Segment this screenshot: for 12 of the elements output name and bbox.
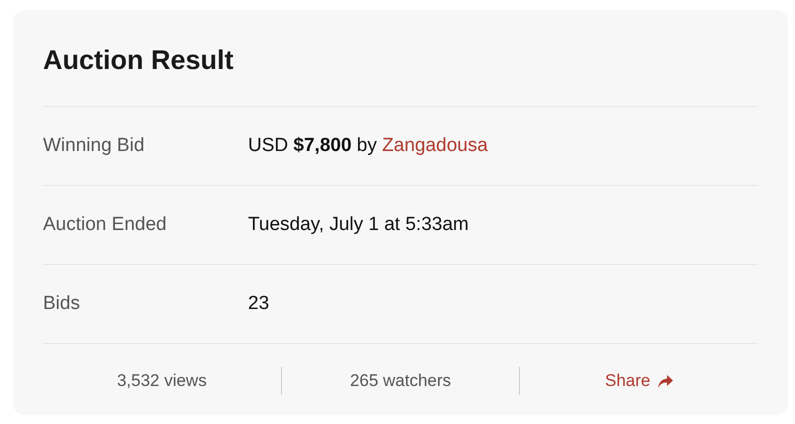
row-label: Winning Bid bbox=[43, 135, 146, 157]
row-value: 23 bbox=[248, 293, 270, 315]
stat-text: 3,532 views bbox=[116, 371, 207, 391]
stat-text: 265 watchers bbox=[350, 371, 452, 391]
card-title: Auction Result bbox=[43, 10, 758, 107]
share-link[interactable]: Share bbox=[604, 371, 674, 391]
row-value: USD $7,800 by Zangadousa bbox=[248, 135, 488, 157]
row-value: Tuesday, July 1 at 5:33am bbox=[248, 214, 469, 236]
bidder-link[interactable]: Zangadousa bbox=[382, 135, 488, 156]
row-label: Bids bbox=[43, 293, 81, 315]
row-label: Auction Ended bbox=[43, 214, 168, 236]
share-icon bbox=[658, 374, 674, 388]
